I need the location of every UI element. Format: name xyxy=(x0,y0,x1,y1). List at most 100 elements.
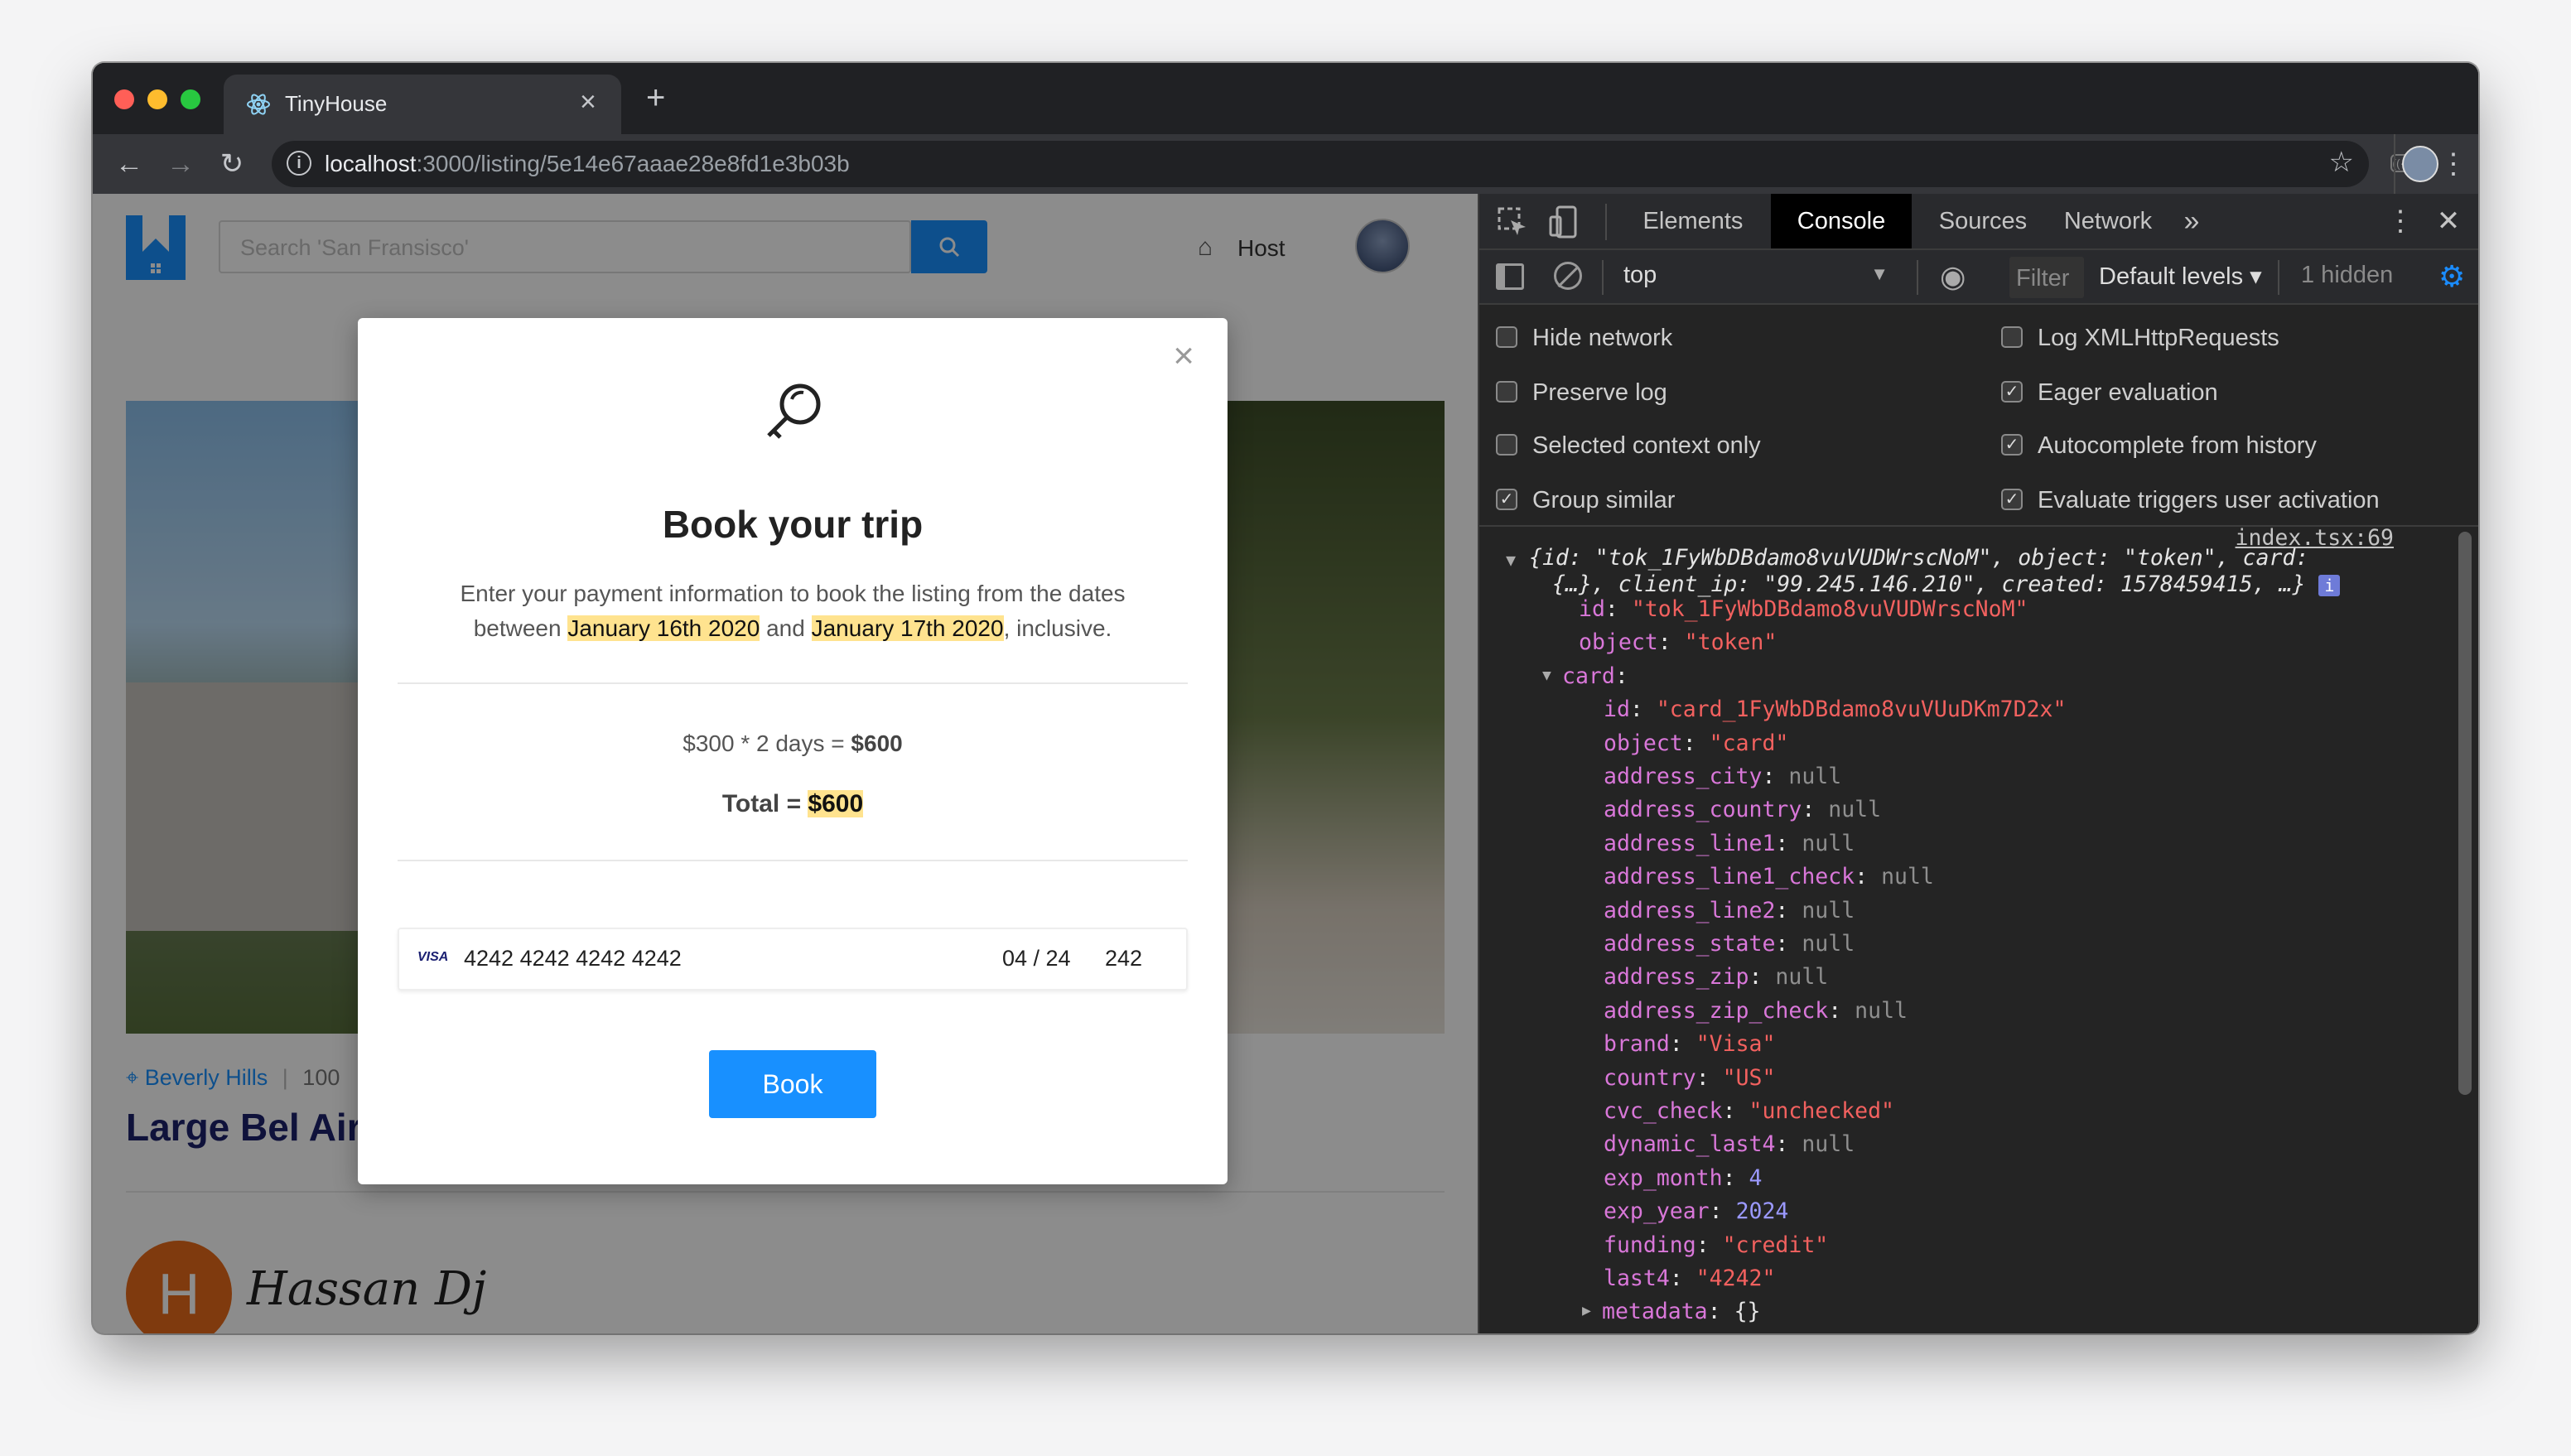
object-property-exp-year: exp_year: 2024 xyxy=(1604,1198,1789,1225)
selected-context-checkbox[interactable] xyxy=(1496,434,1517,456)
divider xyxy=(1602,260,1604,295)
tab-sources[interactable]: Sources xyxy=(1932,194,2034,248)
tab-title: TinyHouse xyxy=(285,91,388,116)
chrome-menu-icon[interactable]: ⋮ xyxy=(2437,134,2470,194)
selected-context-label: Selected context only xyxy=(1532,432,1761,459)
new-tab-button[interactable]: + xyxy=(646,81,665,114)
hidden-count: 1 hidden xyxy=(2301,262,2394,288)
log-xhr-checkbox[interactable] xyxy=(2001,326,2023,348)
evaluate-triggers-checkbox[interactable]: ✓ xyxy=(2001,489,2023,510)
console-toolbar: top ▼ ◉ Filter Default levels ▾ 1 hidden… xyxy=(1479,250,2478,305)
devtools-panel: Elements Console Sources Network » ⋮ ✕ t… xyxy=(1478,194,2478,1333)
book-trip-modal: × Book your trip Enter your payment info… xyxy=(358,318,1228,1184)
info-icon[interactable]: i xyxy=(287,151,311,176)
tab-network[interactable]: Network xyxy=(2054,194,2162,248)
more-tabs-icon[interactable]: » xyxy=(2175,194,2208,248)
price-total: Total = $600 xyxy=(721,790,864,817)
object-property-dynamic-last4: dynamic_last4: null xyxy=(1604,1131,1855,1158)
eager-evaluation-label: Eager evaluation xyxy=(2038,379,2218,406)
inspect-element-icon[interactable] xyxy=(1496,205,1529,239)
reload-icon[interactable]: ↻ xyxy=(212,134,252,194)
modal-description: Enter your payment information to book t… xyxy=(460,581,1126,641)
divider xyxy=(2278,260,2279,295)
autocomplete-history-checkbox[interactable]: ✓ xyxy=(2001,434,2023,456)
forward-icon[interactable]: → xyxy=(161,134,200,194)
expand-arrow-icon[interactable]: ▼ xyxy=(1506,550,1516,570)
group-similar-checkbox[interactable]: ✓ xyxy=(1496,489,1517,510)
browser-toolbar: ← → ↻ i localhost:3000/listing/5e14e67aa… xyxy=(93,134,2478,194)
back-icon[interactable]: ← xyxy=(109,134,149,194)
group-similar-label: Group similar xyxy=(1532,487,1676,513)
clear-console-icon[interactable] xyxy=(1554,262,1582,290)
object-property-address-city: address_city: null xyxy=(1604,764,1842,789)
browser-tab[interactable]: TinyHouse × xyxy=(224,75,621,134)
card-number-field[interactable]: 4242 4242 4242 4242 xyxy=(464,946,682,971)
object-property-address-line2: address_line2: null xyxy=(1604,897,1855,923)
card-cvc-field[interactable]: 242 xyxy=(1105,946,1142,971)
close-devtools-icon[interactable]: ✕ xyxy=(2432,194,2465,248)
url-text: localhost:3000/listing/5e14e67aaae28e8fd… xyxy=(325,151,850,176)
preserve-log-checkbox[interactable] xyxy=(1496,381,1517,403)
dropdown-arrow-icon: ▼ xyxy=(1870,263,1888,284)
object-property-address-zip-check: address_zip_check: null xyxy=(1604,997,1908,1024)
log-xhr-label: Log XMLHttpRequests xyxy=(2038,325,2279,351)
object-property-funding: funding: "credit" xyxy=(1604,1232,1829,1258)
price-calculation: $300 * 2 days = $600 xyxy=(683,730,903,756)
react-icon xyxy=(247,94,270,115)
bookmark-star-icon[interactable]: ☆ xyxy=(2329,146,2354,179)
divider xyxy=(398,860,1188,861)
object-property-object: object: "card" xyxy=(1604,730,1789,756)
toolbar-divider xyxy=(2394,134,2395,194)
object-property-card[interactable]: ▼ card: xyxy=(1542,663,1628,689)
object-property-last4: last4: "4242" xyxy=(1604,1266,1776,1291)
object-property-address-line1-check: address_line1_check: null xyxy=(1604,864,1934,890)
divider xyxy=(1605,204,1607,240)
devtools-menu-icon[interactable]: ⋮ xyxy=(2384,194,2417,248)
minimize-window-button[interactable] xyxy=(147,89,167,109)
object-property-address-state: address_state: null xyxy=(1604,931,1855,957)
log-summary-line-1[interactable]: ▼ {id: "tok_1FyWbDBdamo8vuVUDWrscNoM", o… xyxy=(1506,545,2308,571)
object-property-address-country: address_country: null xyxy=(1604,797,1882,823)
autocomplete-history-label: Autocomplete from history xyxy=(2038,432,2317,459)
object-property-brand: brand: "Visa" xyxy=(1604,1031,1776,1058)
modal-close-icon[interactable]: × xyxy=(1173,338,1194,374)
close-window-button[interactable] xyxy=(114,89,134,109)
devtools-tabbar: Elements Console Sources Network » ⋮ ✕ xyxy=(1479,194,2478,250)
card-input[interactable]: VISA 4242 4242 4242 4242 04 / 24 242 xyxy=(398,928,1188,991)
profile-avatar[interactable] xyxy=(2402,146,2438,182)
sidebar-toggle-icon[interactable] xyxy=(1496,263,1524,290)
modal-title: Book your trip xyxy=(662,503,924,546)
log-summary-line-2: {…}, client_ip: "99.245.146.210", create… xyxy=(1552,571,2341,597)
card-expiry-field[interactable]: 04 / 24 xyxy=(1002,946,1071,971)
visa-icon: VISA xyxy=(417,950,449,964)
tab-elements[interactable]: Elements xyxy=(1635,194,1751,248)
log-levels-select[interactable]: Default levels ▾ xyxy=(2099,262,2262,291)
object-property-id: id: "tok_1FyWbDBdamo8vuVUDWrscNoM" xyxy=(1579,596,2028,622)
object-property-metadata[interactable]: ▶ metadata: {} xyxy=(1582,1299,1760,1324)
console-scrollbar[interactable] xyxy=(2458,532,2472,1095)
divider xyxy=(1917,260,1918,295)
collapse-arrow-icon[interactable]: ▶ xyxy=(1582,1302,1591,1319)
console-filter-input[interactable]: Filter xyxy=(2009,257,2084,298)
object-property-address-line1: address_line1: null xyxy=(1604,830,1855,856)
console-settings-gear-icon[interactable]: ⚙ xyxy=(2438,260,2465,293)
start-date: January 16th 2020 xyxy=(567,615,760,641)
tab-close-icon[interactable]: × xyxy=(580,86,596,118)
object-property-country: country: "US" xyxy=(1604,1064,1776,1091)
object-property-cvc-check: cvc_check: "unchecked" xyxy=(1604,1098,1895,1124)
live-expression-eye-icon[interactable]: ◉ xyxy=(1940,260,1966,293)
tab-strip: TinyHouse × + xyxy=(93,63,2478,134)
hide-network-checkbox[interactable] xyxy=(1496,326,1517,348)
object-property-id: id: "card_1FyWbDBdamo8vuVUuDKm7D2x" xyxy=(1604,697,2067,723)
key-icon xyxy=(767,383,821,439)
device-toolbar-icon[interactable] xyxy=(1547,205,1580,239)
object-property-address-zip: address_zip: null xyxy=(1604,964,1829,991)
book-button[interactable]: Book xyxy=(709,1050,876,1118)
maximize-window-button[interactable] xyxy=(181,89,200,109)
expand-arrow-icon[interactable]: ▼ xyxy=(1542,667,1551,684)
address-bar[interactable]: i localhost:3000/listing/5e14e67aaae28e8… xyxy=(272,141,2369,187)
info-badge-icon[interactable]: i xyxy=(2318,574,2341,596)
eager-evaluation-checkbox[interactable]: ✓ xyxy=(2001,381,2023,403)
tab-console[interactable]: Console xyxy=(1771,194,1912,248)
context-select[interactable]: top ▼ xyxy=(1617,253,1898,300)
